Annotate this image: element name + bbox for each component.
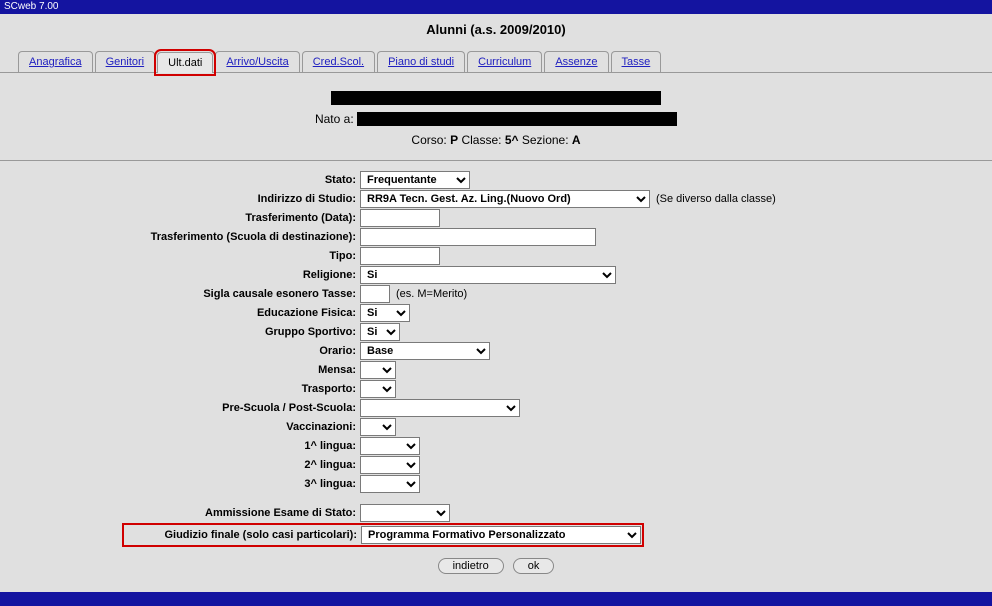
select-giudizio[interactable]: Programma Formativo Personalizzato xyxy=(361,526,641,544)
hint-sigla-tasse: (es. M=Merito) xyxy=(396,288,467,300)
giudizio-row-highlight: Giudizio finale (solo casi particolari):… xyxy=(122,523,644,547)
button-row: indietro ok xyxy=(10,548,982,584)
classe-label: Classe: xyxy=(461,133,501,147)
tab-arrivo-uscita[interactable]: Arrivo/Uscita xyxy=(215,51,299,72)
classe-value: 5^ xyxy=(505,133,519,147)
select-orario[interactable]: Base xyxy=(360,342,490,360)
label-lingua3: 3^ lingua: xyxy=(10,478,360,490)
born-label: Nato a: xyxy=(315,112,354,126)
select-religione[interactable]: Si xyxy=(360,266,616,284)
select-mensa[interactable] xyxy=(360,361,396,379)
select-indirizzo[interactable]: RR9A Tecn. Gest. Az. Ling.(Nuovo Ord) xyxy=(360,190,650,208)
corso-value: P xyxy=(450,133,458,147)
label-giudizio: Giudizio finale (solo casi particolari): xyxy=(125,529,361,541)
page-body: Alunni (a.s. 2009/2010) Anagrafica Genit… xyxy=(0,14,992,592)
label-mensa: Mensa: xyxy=(10,364,360,376)
label-stato: Stato: xyxy=(10,174,360,186)
select-trasporto[interactable] xyxy=(360,380,396,398)
tab-tasse[interactable]: Tasse xyxy=(611,51,662,72)
app-title: SCweb 7.00 xyxy=(4,1,58,12)
tab-piano-studi[interactable]: Piano di studi xyxy=(377,51,465,72)
select-gruppo-sport[interactable]: Si xyxy=(360,323,400,341)
input-tipo[interactable] xyxy=(360,247,440,265)
select-ammissione[interactable] xyxy=(360,504,450,522)
corso-label: Corso: xyxy=(411,133,446,147)
label-pre-post: Pre-Scuola / Post-Scuola: xyxy=(10,402,360,414)
redacted-name xyxy=(331,91,661,105)
select-lingua2[interactable] xyxy=(360,456,420,474)
tab-anagrafica[interactable]: Anagrafica xyxy=(18,51,93,72)
label-ed-fisica: Educazione Fisica: xyxy=(10,307,360,319)
ok-button[interactable]: ok xyxy=(513,558,555,574)
input-trasf-scuola[interactable] xyxy=(360,228,596,246)
bottom-bar xyxy=(0,592,992,606)
label-vaccinazioni: Vaccinazioni: xyxy=(10,421,360,433)
select-lingua3[interactable] xyxy=(360,475,420,493)
label-orario: Orario: xyxy=(10,345,360,357)
select-lingua1[interactable] xyxy=(360,437,420,455)
label-religione: Religione: xyxy=(10,269,360,281)
label-lingua1: 1^ lingua: xyxy=(10,440,360,452)
input-trasf-data[interactable] xyxy=(360,209,440,227)
tab-cred-scol[interactable]: Cred.Scol. xyxy=(302,51,375,72)
window-title-bar: SCweb 7.00 xyxy=(0,0,992,14)
tab-genitori[interactable]: Genitori xyxy=(95,51,156,72)
sezione-value: A xyxy=(572,133,581,147)
tab-curriculum[interactable]: Curriculum xyxy=(467,51,542,72)
label-sigla-tasse: Sigla causale esonero Tasse: xyxy=(10,288,360,300)
select-stato[interactable]: Frequentante xyxy=(360,171,470,189)
redacted-birthplace xyxy=(357,112,677,126)
tab-assenze[interactable]: Assenze xyxy=(544,51,608,72)
label-gruppo-sport: Gruppo Sportivo: xyxy=(10,326,360,338)
hint-indirizzo: (Se diverso dalla classe) xyxy=(656,193,776,205)
select-pre-post[interactable] xyxy=(360,399,520,417)
label-lingua2: 2^ lingua: xyxy=(10,459,360,471)
label-trasf-scuola: Trasferimento (Scuola di destinazione): xyxy=(10,231,360,243)
label-tipo: Tipo: xyxy=(10,250,360,262)
input-sigla-tasse[interactable] xyxy=(360,285,390,303)
sezione-label: Sezione: xyxy=(522,133,569,147)
label-trasf-data: Trasferimento (Data): xyxy=(10,212,360,224)
tab-ult-dati[interactable]: Ult.dati xyxy=(157,52,213,73)
label-indirizzo: Indirizzo di Studio: xyxy=(10,193,360,205)
label-trasporto: Trasporto: xyxy=(10,383,360,395)
divider xyxy=(0,160,992,161)
tabs-bar: Anagrafica Genitori Ult.dati Arrivo/Usci… xyxy=(0,51,992,73)
back-button[interactable]: indietro xyxy=(438,558,504,574)
student-header: Nato a: Corso: P Classe: 5^ Sezione: A xyxy=(0,87,992,152)
select-vaccinazioni[interactable] xyxy=(360,418,396,436)
page-title: Alunni (a.s. 2009/2010) xyxy=(0,22,992,37)
select-ed-fisica[interactable]: Si xyxy=(360,304,410,322)
form-area: Stato: Frequentante Indirizzo di Studio:… xyxy=(0,171,992,592)
label-ammissione: Ammissione Esame di Stato: xyxy=(10,507,360,519)
